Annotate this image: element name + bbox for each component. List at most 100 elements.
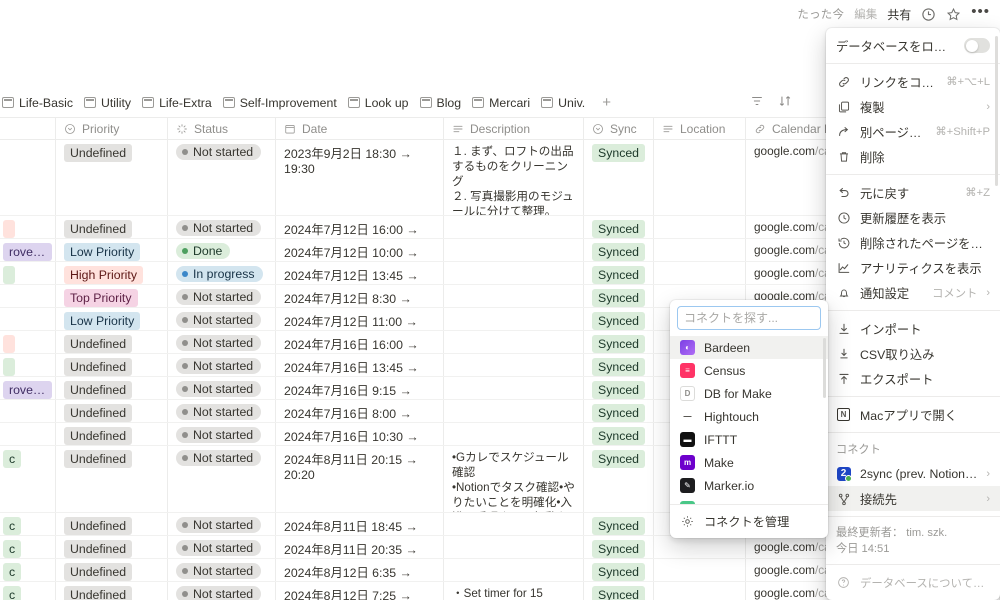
connector-item-bardeen[interactable]: ◐ Bardeen — [670, 336, 828, 359]
cell-name[interactable]: c — [0, 582, 56, 600]
menu-item-history[interactable]: 更新履歴を表示 — [826, 205, 1000, 230]
menu-item-csv[interactable]: CSV取り込み — [826, 341, 1000, 366]
clock-icon[interactable] — [921, 7, 936, 22]
cell-priority[interactable]: High Priority — [56, 262, 168, 284]
menu-item-trash[interactable]: 削除 — [826, 144, 1000, 169]
cell-name[interactable] — [0, 423, 56, 445]
cell-priority[interactable]: Undefined — [56, 446, 168, 512]
cell-sync[interactable]: Synced — [584, 216, 654, 238]
column-header-date[interactable]: Date — [276, 118, 444, 140]
cell-location[interactable] — [654, 216, 746, 238]
menu-item-restore[interactable]: 削除されたページを表示 — [826, 230, 1000, 255]
cell-sync[interactable]: Synced — [584, 239, 654, 261]
database-help-item[interactable]: データベースについて詳しくは... — [826, 570, 1000, 595]
cell-date[interactable]: 2024年7月16日 13:45 → 15:45 — [276, 354, 444, 376]
connector-item-hightouch[interactable]: — Hightouch — [670, 405, 828, 428]
cell-location[interactable] — [654, 582, 746, 600]
manage-connectors-item[interactable]: コネクトを管理 — [670, 510, 828, 532]
menu-scrollbar[interactable] — [995, 36, 998, 186]
cell-location[interactable] — [654, 559, 746, 581]
menu-item-analytics[interactable]: アナリティクスを表示 — [826, 255, 1000, 280]
cell-status[interactable]: Not started — [168, 140, 276, 215]
cell-date[interactable]: 2024年7月12日 10:00 → 11:00 — [276, 239, 444, 261]
cell-date[interactable]: 2024年7月16日 10:30 → 11:45 — [276, 423, 444, 445]
view-tab-self-improvement[interactable]: Self-Improvement — [221, 88, 346, 118]
add-view-button[interactable]: + — [594, 95, 619, 110]
cell-status[interactable]: Done — [168, 239, 276, 261]
cell-name[interactable]: roveme... — [0, 239, 56, 261]
menu-item-bell[interactable]: 通知設定 コメント › — [826, 280, 1000, 305]
cell-date[interactable]: 2024年8月12日 7:25 → 7:40 — [276, 582, 444, 600]
cell-name[interactable] — [0, 140, 56, 215]
connector-list-scrollbar[interactable] — [823, 338, 826, 398]
cell-description[interactable] — [444, 285, 584, 307]
cell-sync[interactable]: Synced — [584, 140, 654, 215]
cell-sync[interactable]: Synced — [584, 308, 654, 330]
view-tab-look-up[interactable]: Look up — [346, 88, 418, 118]
cell-description[interactable] — [444, 536, 584, 558]
cell-description[interactable]: •Gカレでスケジュール確認 •Notionでタスク確認•やりたいことを明確化•入… — [444, 446, 584, 512]
cell-description[interactable] — [444, 308, 584, 330]
cell-date[interactable]: 2024年8月12日 6:35 → 6:40 — [276, 559, 444, 581]
cell-description[interactable] — [444, 331, 584, 353]
calendar-link[interactable]: google.com/ca — [754, 220, 831, 234]
cell-description[interactable] — [444, 513, 584, 535]
connector-list[interactable]: ◐ Bardeen ≡ Census D DB for Make — Hightouch ▬ IF… — [670, 336, 828, 504]
cell-priority[interactable]: Low Priority — [56, 239, 168, 261]
cell-location[interactable] — [654, 239, 746, 261]
cell-status[interactable]: Not started — [168, 423, 276, 445]
cell-name[interactable] — [0, 308, 56, 330]
cell-location[interactable] — [654, 262, 746, 284]
cell-description[interactable] — [444, 262, 584, 284]
cell-priority[interactable]: Undefined — [56, 536, 168, 558]
connector-search-input[interactable] — [677, 306, 821, 330]
cell-date[interactable]: 2023年9月2日 18:30 → 19:30 — [276, 140, 444, 215]
cell-date[interactable]: 2024年7月16日 9:15 → 10:15 — [276, 377, 444, 399]
column-header-priority[interactable]: Priority — [56, 118, 168, 140]
cell-location[interactable] — [654, 536, 746, 558]
cell-status[interactable]: Not started — [168, 354, 276, 376]
cell-description[interactable] — [444, 216, 584, 238]
share-button[interactable]: 共有 — [887, 6, 911, 23]
cell-sync[interactable]: Synced — [584, 354, 654, 376]
connect-item-2sync[interactable]: 2 2sync (prev. Notion Au... › — [826, 461, 1000, 486]
connector-item-marker-io[interactable]: ✎ Marker.io — [670, 474, 828, 497]
cell-priority[interactable]: Undefined — [56, 216, 168, 238]
view-tab-blog[interactable]: Blog — [418, 88, 471, 118]
cell-status[interactable]: Not started — [168, 559, 276, 581]
menu-item-duplicate[interactable]: 複製 › — [826, 94, 1000, 119]
cell-sync[interactable]: Synced — [584, 513, 654, 535]
cell-priority[interactable]: Undefined — [56, 513, 168, 535]
menu-item-link[interactable]: リンクをコピー ⌘+⌥+L — [826, 69, 1000, 94]
cell-name[interactable]: c — [0, 446, 56, 512]
connector-item-ifttt[interactable]: ▬ IFTTT — [670, 428, 828, 451]
star-icon[interactable] — [946, 7, 961, 22]
cell-description[interactable]: ・Set timer for 15 minutes — [444, 582, 584, 600]
cell-description[interactable] — [444, 559, 584, 581]
calendar-link[interactable]: google.com/ca — [754, 266, 831, 280]
cell-priority[interactable]: Undefined — [56, 400, 168, 422]
cell-sync[interactable]: Synced — [584, 331, 654, 353]
cell-sync[interactable]: Synced — [584, 423, 654, 445]
menu-item-undo[interactable]: 元に戻す ⌘+Z — [826, 180, 1000, 205]
cell-name[interactable] — [0, 400, 56, 422]
cell-priority[interactable]: Undefined — [56, 582, 168, 600]
view-tab-life-basic[interactable]: Life-Basic — [0, 88, 82, 118]
column-header-status[interactable]: Status — [168, 118, 276, 140]
cell-status[interactable]: Not started — [168, 308, 276, 330]
cell-description[interactable] — [444, 377, 584, 399]
cell-description[interactable]: １. まず、ロフトの出品するものをクリーニング ２. 写真撮影用のモジュールに分… — [444, 140, 584, 215]
cell-description[interactable] — [444, 400, 584, 422]
cell-name[interactable]: c — [0, 559, 56, 581]
view-tab-life-extra[interactable]: Life-Extra — [140, 88, 221, 118]
cell-priority[interactable]: Undefined — [56, 140, 168, 215]
calendar-link[interactable]: google.com/ca — [754, 144, 831, 158]
cell-date[interactable]: 2024年7月12日 8:30 → 10:00 — [276, 285, 444, 307]
cell-priority[interactable]: Undefined — [56, 377, 168, 399]
cell-name[interactable] — [0, 285, 56, 307]
filter-icon[interactable] — [750, 94, 764, 113]
sort-icon[interactable] — [778, 94, 792, 113]
cell-status[interactable]: In progress — [168, 262, 276, 284]
cell-sync[interactable]: Synced — [584, 377, 654, 399]
calendar-link[interactable]: google.com/ca — [754, 243, 831, 257]
